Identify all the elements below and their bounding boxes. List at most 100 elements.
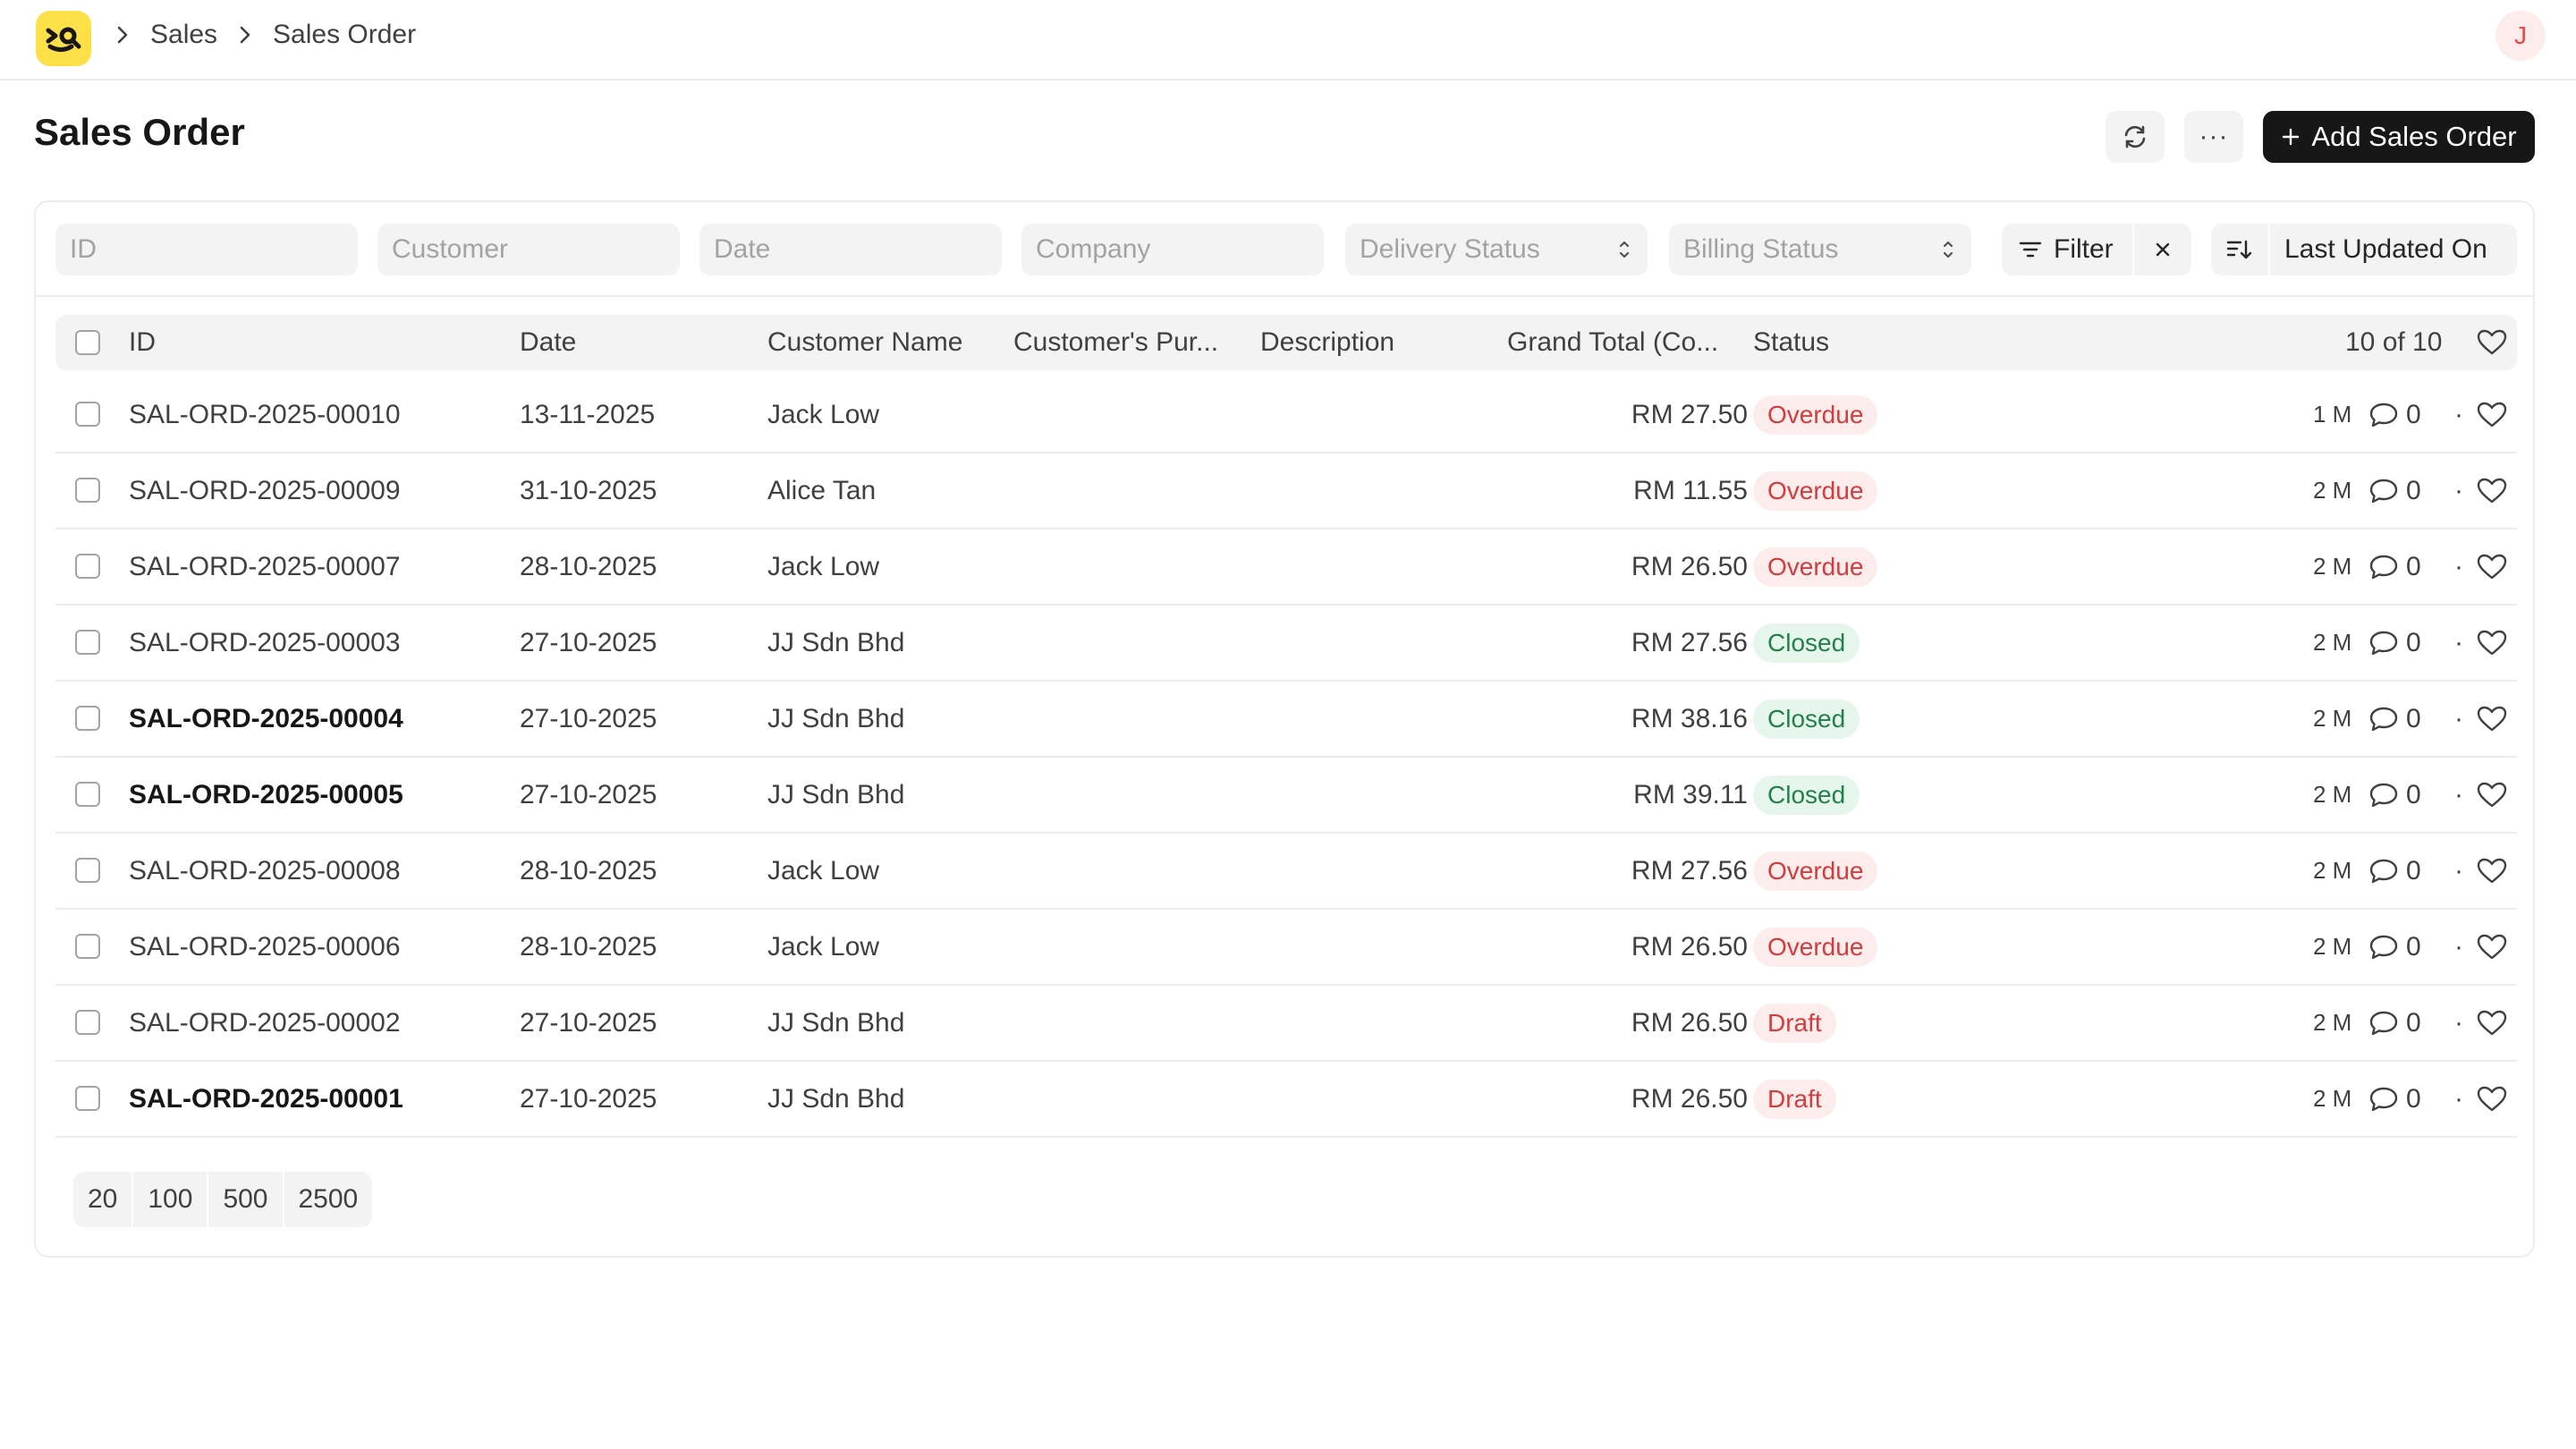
plus-icon bbox=[2283, 128, 2300, 146]
row-customer-name: Alice Tan bbox=[767, 475, 877, 505]
row-checkbox[interactable] bbox=[75, 554, 100, 579]
row-checkbox[interactable] bbox=[75, 478, 100, 503]
row-comments[interactable]: 0 bbox=[2368, 682, 2421, 756]
heart-icon[interactable] bbox=[2476, 453, 2508, 528]
row-checkbox[interactable] bbox=[75, 858, 100, 883]
row-comments[interactable]: 0 bbox=[2368, 1062, 2421, 1136]
sort-field-button[interactable]: Last Updated On bbox=[2270, 224, 2517, 275]
row-checkbox[interactable] bbox=[75, 630, 100, 655]
table-row[interactable]: SAL-ORD-2025-00003 27-10-2025 JJ Sdn Bhd RM… bbox=[55, 606, 2517, 682]
close-icon bbox=[2156, 242, 2170, 257]
row-date: 27-10-2025 bbox=[520, 627, 657, 657]
row-checkbox[interactable] bbox=[75, 1010, 100, 1035]
customer-filter-input[interactable]: Customer bbox=[377, 224, 680, 275]
separator-dot: · bbox=[2454, 1083, 2463, 1114]
row-modified-ago: 2 M bbox=[2313, 1009, 2352, 1036]
heart-icon[interactable] bbox=[2476, 910, 2508, 984]
row-id[interactable]: SAL-ORD-2025-00009 bbox=[129, 453, 401, 528]
heart-icon[interactable] bbox=[2476, 606, 2508, 680]
row-id[interactable]: SAL-ORD-2025-00008 bbox=[129, 834, 401, 908]
breadcrumb-item-sales[interactable]: Sales bbox=[150, 20, 217, 50]
heart-icon[interactable] bbox=[2476, 758, 2508, 832]
table-row[interactable]: SAL-ORD-2025-00007 28-10-2025 Jack Low RM 2… bbox=[55, 530, 2517, 606]
row-checkbox[interactable] bbox=[75, 706, 100, 731]
heart-icon[interactable] bbox=[2476, 682, 2508, 756]
heart-icon[interactable] bbox=[2476, 530, 2508, 604]
more-options-button[interactable]: ··· bbox=[2184, 111, 2243, 163]
page-size-2500-button[interactable]: 2500 bbox=[284, 1172, 373, 1227]
page-size-500-button[interactable]: 500 bbox=[208, 1172, 284, 1227]
filter-label: Filter bbox=[2054, 234, 2114, 264]
row-id[interactable]: SAL-ORD-2025-00002 bbox=[129, 986, 401, 1060]
id-filter-input[interactable]: ID bbox=[55, 224, 358, 275]
column-header-description[interactable]: Description bbox=[1260, 315, 1394, 370]
row-comments[interactable]: 0 bbox=[2368, 910, 2421, 984]
logo-icon[interactable] bbox=[36, 11, 91, 66]
row-checkbox[interactable] bbox=[75, 934, 100, 959]
select-all-checkbox[interactable] bbox=[75, 330, 100, 355]
refresh-button[interactable] bbox=[2106, 111, 2165, 163]
avatar[interactable]: J bbox=[2496, 11, 2546, 61]
column-header-status[interactable]: Status bbox=[1753, 315, 1829, 370]
column-header-grand-total[interactable]: Grand Total (Co... bbox=[1507, 315, 1718, 370]
billing-status-label: Billing Status bbox=[1683, 234, 1839, 264]
column-header-id[interactable]: ID bbox=[129, 315, 156, 370]
row-checkbox[interactable] bbox=[75, 782, 100, 807]
heart-icon[interactable] bbox=[2476, 834, 2508, 908]
row-customer-name: JJ Sdn Bhd bbox=[767, 1007, 905, 1038]
row-id[interactable]: SAL-ORD-2025-00007 bbox=[129, 530, 401, 604]
heart-icon[interactable] bbox=[2476, 315, 2508, 370]
row-id[interactable]: SAL-ORD-2025-00005 bbox=[129, 758, 403, 832]
row-comments[interactable]: 0 bbox=[2368, 606, 2421, 680]
status-badge: Closed bbox=[1753, 775, 1860, 815]
breadcrumb-item-sales-order[interactable]: Sales Order bbox=[273, 20, 416, 50]
table-row[interactable]: SAL-ORD-2025-00008 28-10-2025 Jack Low RM 2… bbox=[55, 834, 2517, 910]
clear-filter-button[interactable] bbox=[2134, 224, 2191, 275]
table-row[interactable]: SAL-ORD-2025-00009 31-10-2025 Alice Tan RM … bbox=[55, 453, 2517, 530]
column-header-date[interactable]: Date bbox=[520, 315, 576, 370]
delivery-status-select[interactable]: Delivery Status bbox=[1345, 224, 1648, 275]
page-size-20-button[interactable]: 20 bbox=[73, 1172, 134, 1227]
comment-icon bbox=[2368, 781, 2399, 809]
table-row[interactable]: SAL-ORD-2025-00004 27-10-2025 JJ Sdn Bhd RM… bbox=[55, 682, 2517, 758]
table-row[interactable]: SAL-ORD-2025-00002 27-10-2025 JJ Sdn Bhd RM… bbox=[55, 986, 2517, 1062]
row-id[interactable]: SAL-ORD-2025-00010 bbox=[129, 377, 401, 452]
comment-count: 0 bbox=[2406, 779, 2421, 809]
column-header-customer-po[interactable]: Customer's Pur... bbox=[1013, 315, 1218, 370]
row-comments[interactable]: 0 bbox=[2368, 758, 2421, 832]
row-id[interactable]: SAL-ORD-2025-00003 bbox=[129, 606, 401, 680]
heart-icon[interactable] bbox=[2476, 1062, 2508, 1136]
comment-count: 0 bbox=[2406, 1007, 2421, 1038]
row-comments[interactable]: 0 bbox=[2368, 530, 2421, 604]
sort-direction-button[interactable] bbox=[2211, 224, 2268, 275]
column-header-customer-name[interactable]: Customer Name bbox=[767, 315, 962, 370]
row-id[interactable]: SAL-ORD-2025-00001 bbox=[129, 1062, 403, 1136]
row-modified-ago: 2 M bbox=[2313, 629, 2352, 656]
billing-status-select[interactable]: Billing Status bbox=[1669, 224, 1971, 275]
add-sales-order-button[interactable]: Add Sales Order bbox=[2263, 111, 2535, 163]
status-badge: Overdue bbox=[1753, 852, 1878, 891]
row-comments[interactable]: 0 bbox=[2368, 377, 2421, 452]
status-badge: Overdue bbox=[1753, 395, 1878, 435]
row-id[interactable]: SAL-ORD-2025-00006 bbox=[129, 910, 401, 984]
heart-icon[interactable] bbox=[2476, 377, 2508, 452]
table-row[interactable]: SAL-ORD-2025-00001 27-10-2025 JJ Sdn Bhd RM… bbox=[55, 1062, 2517, 1138]
table-row[interactable]: SAL-ORD-2025-00005 27-10-2025 JJ Sdn Bhd RM… bbox=[55, 758, 2517, 834]
table-row[interactable]: SAL-ORD-2025-00010 13-11-2025 Jack Low RM 2… bbox=[55, 377, 2517, 453]
row-checkbox[interactable] bbox=[75, 1086, 100, 1111]
filter-button[interactable]: Filter bbox=[2002, 224, 2132, 275]
row-date: 28-10-2025 bbox=[520, 855, 657, 886]
comment-icon bbox=[2368, 1009, 2399, 1038]
heart-icon[interactable] bbox=[2476, 986, 2508, 1060]
row-checkbox[interactable] bbox=[75, 402, 100, 427]
table-row[interactable]: SAL-ORD-2025-00006 28-10-2025 Jack Low RM 2… bbox=[55, 910, 2517, 986]
row-id[interactable]: SAL-ORD-2025-00004 bbox=[129, 682, 403, 756]
date-filter-input[interactable]: Date bbox=[699, 224, 1002, 275]
row-date: 28-10-2025 bbox=[520, 931, 657, 962]
row-comments[interactable]: 0 bbox=[2368, 986, 2421, 1060]
row-comments[interactable]: 0 bbox=[2368, 834, 2421, 908]
row-customer-name: Jack Low bbox=[767, 399, 880, 429]
page-size-100-button[interactable]: 100 bbox=[133, 1172, 209, 1227]
row-comments[interactable]: 0 bbox=[2368, 453, 2421, 528]
company-filter-input[interactable]: Company bbox=[1021, 224, 1324, 275]
